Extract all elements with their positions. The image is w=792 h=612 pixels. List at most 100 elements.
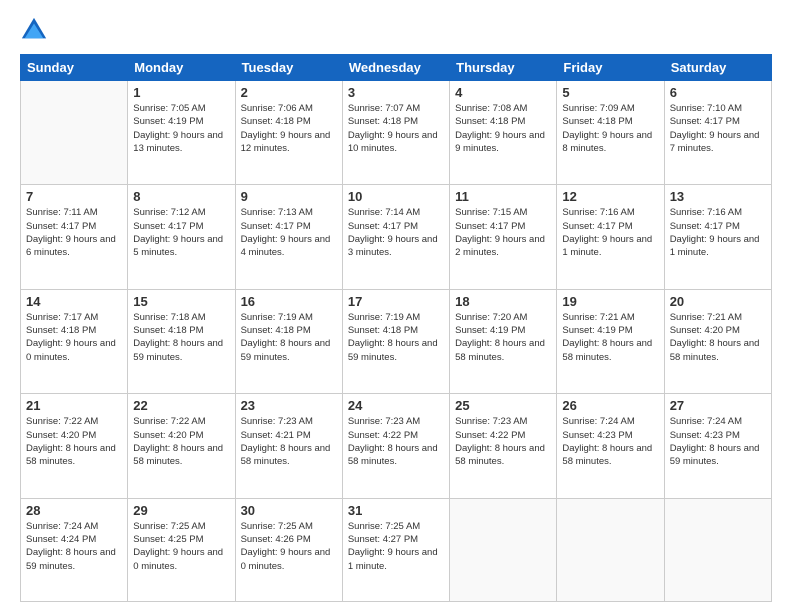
day-number: 2: [241, 85, 337, 100]
calendar-cell: 10 Sunrise: 7:14 AM Sunset: 4:17 PM Dayli…: [342, 185, 449, 289]
calendar-cell: 1Sunrise: 7:05 AM Sunset: 4:19 PM Daylig…: [128, 81, 235, 185]
calendar-body: 1Sunrise: 7:05 AM Sunset: 4:19 PM Daylig…: [21, 81, 772, 602]
day-info: Sunrise: 7:14 AM Sunset: 4:17 PM Dayligh…: [348, 206, 444, 259]
day-number: 22: [133, 398, 229, 413]
calendar-cell: 23 Sunrise: 7:23 AM Sunset: 4:21 PM Dayli…: [235, 394, 342, 498]
day-number: 15: [133, 294, 229, 309]
calendar-cell: 16 Sunrise: 7:19 AM Sunset: 4:18 PM Dayli…: [235, 289, 342, 393]
day-info: Sunrise: 7:10 AM Sunset: 4:17 PM Dayligh…: [670, 102, 766, 155]
day-number: 24: [348, 398, 444, 413]
day-number: 12: [562, 189, 658, 204]
day-number: 3: [348, 85, 444, 100]
calendar-cell: 13Sunrise: 7:16 AM Sunset: 4:17 PM Dayli…: [664, 185, 771, 289]
calendar-cell: 4 Sunrise: 7:08 AM Sunset: 4:18 PM Daylig…: [450, 81, 557, 185]
day-info: Sunrise: 7:07 AM Sunset: 4:18 PM Dayligh…: [348, 102, 444, 155]
day-info: Sunrise: 7:18 AM Sunset: 4:18 PM Dayligh…: [133, 311, 229, 364]
calendar-cell: 15 Sunrise: 7:18 AM Sunset: 4:18 PM Dayli…: [128, 289, 235, 393]
header-day-wednesday: Wednesday: [342, 55, 449, 81]
calendar-cell: 11Sunrise: 7:15 AM Sunset: 4:17 PM Dayli…: [450, 185, 557, 289]
calendar-cell: 21 Sunrise: 7:22 AM Sunset: 4:20 PM Dayli…: [21, 394, 128, 498]
day-info: Sunrise: 7:12 AM Sunset: 4:17 PM Dayligh…: [133, 206, 229, 259]
day-info: Sunrise: 7:23 AM Sunset: 4:22 PM Dayligh…: [348, 415, 444, 468]
calendar-week-1: 7Sunrise: 7:11 AM Sunset: 4:17 PM Daylig…: [21, 185, 772, 289]
day-number: 8: [133, 189, 229, 204]
calendar-cell: 6Sunrise: 7:10 AM Sunset: 4:17 PM Daylig…: [664, 81, 771, 185]
day-info: Sunrise: 7:08 AM Sunset: 4:18 PM Dayligh…: [455, 102, 551, 155]
day-info: Sunrise: 7:24 AM Sunset: 4:23 PM Dayligh…: [562, 415, 658, 468]
day-info: Sunrise: 7:22 AM Sunset: 4:20 PM Dayligh…: [133, 415, 229, 468]
day-info: Sunrise: 7:13 AM Sunset: 4:17 PM Dayligh…: [241, 206, 337, 259]
calendar-cell: 5 Sunrise: 7:09 AM Sunset: 4:18 PM Daylig…: [557, 81, 664, 185]
header-day-friday: Friday: [557, 55, 664, 81]
day-info: Sunrise: 7:22 AM Sunset: 4:20 PM Dayligh…: [26, 415, 122, 468]
calendar-header: SundayMondayTuesdayWednesdayThursdayFrid…: [21, 55, 772, 81]
header: [20, 16, 772, 44]
calendar-cell: 3 Sunrise: 7:07 AM Sunset: 4:18 PM Daylig…: [342, 81, 449, 185]
calendar-cell: 25 Sunrise: 7:23 AM Sunset: 4:22 PM Dayli…: [450, 394, 557, 498]
day-number: 5: [562, 85, 658, 100]
calendar-table: SundayMondayTuesdayWednesdayThursdayFrid…: [20, 54, 772, 602]
day-number: 18: [455, 294, 551, 309]
day-number: 21: [26, 398, 122, 413]
calendar-cell: 2 Sunrise: 7:06 AM Sunset: 4:18 PM Daylig…: [235, 81, 342, 185]
calendar-cell: [557, 498, 664, 601]
logo: [20, 16, 52, 44]
day-number: 28: [26, 503, 122, 518]
day-info: Sunrise: 7:24 AM Sunset: 4:23 PM Dayligh…: [670, 415, 766, 468]
day-number: 4: [455, 85, 551, 100]
header-day-sunday: Sunday: [21, 55, 128, 81]
day-info: Sunrise: 7:11 AM Sunset: 4:17 PM Dayligh…: [26, 206, 122, 259]
day-info: Sunrise: 7:23 AM Sunset: 4:21 PM Dayligh…: [241, 415, 337, 468]
day-info: Sunrise: 7:25 AM Sunset: 4:25 PM Dayligh…: [133, 520, 229, 573]
day-number: 16: [241, 294, 337, 309]
day-info: Sunrise: 7:25 AM Sunset: 4:27 PM Dayligh…: [348, 520, 444, 573]
day-number: 25: [455, 398, 551, 413]
day-number: 17: [348, 294, 444, 309]
day-number: 1: [133, 85, 229, 100]
day-info: Sunrise: 7:17 AM Sunset: 4:18 PM Dayligh…: [26, 311, 122, 364]
day-number: 27: [670, 398, 766, 413]
calendar-cell: [664, 498, 771, 601]
calendar-week-4: 28 Sunrise: 7:24 AM Sunset: 4:24 PM Dayli…: [21, 498, 772, 601]
calendar-cell: 8 Sunrise: 7:12 AM Sunset: 4:17 PM Daylig…: [128, 185, 235, 289]
header-day-saturday: Saturday: [664, 55, 771, 81]
day-info: Sunrise: 7:16 AM Sunset: 4:17 PM Dayligh…: [562, 206, 658, 259]
calendar-cell: 12 Sunrise: 7:16 AM Sunset: 4:17 PM Dayli…: [557, 185, 664, 289]
day-info: Sunrise: 7:21 AM Sunset: 4:20 PM Dayligh…: [670, 311, 766, 364]
day-info: Sunrise: 7:25 AM Sunset: 4:26 PM Dayligh…: [241, 520, 337, 573]
day-number: 13: [670, 189, 766, 204]
day-number: 31: [348, 503, 444, 518]
day-info: Sunrise: 7:09 AM Sunset: 4:18 PM Dayligh…: [562, 102, 658, 155]
day-info: Sunrise: 7:15 AM Sunset: 4:17 PM Dayligh…: [455, 206, 551, 259]
calendar-cell: 9 Sunrise: 7:13 AM Sunset: 4:17 PM Daylig…: [235, 185, 342, 289]
calendar-cell: [450, 498, 557, 601]
calendar-cell: 29 Sunrise: 7:25 AM Sunset: 4:25 PM Dayli…: [128, 498, 235, 601]
day-number: 29: [133, 503, 229, 518]
day-number: 9: [241, 189, 337, 204]
day-info: Sunrise: 7:23 AM Sunset: 4:22 PM Dayligh…: [455, 415, 551, 468]
calendar-cell: 27 Sunrise: 7:24 AM Sunset: 4:23 PM Dayli…: [664, 394, 771, 498]
calendar-cell: [21, 81, 128, 185]
day-info: Sunrise: 7:19 AM Sunset: 4:18 PM Dayligh…: [241, 311, 337, 364]
day-number: 26: [562, 398, 658, 413]
header-row: SundayMondayTuesdayWednesdayThursdayFrid…: [21, 55, 772, 81]
day-info: Sunrise: 7:20 AM Sunset: 4:19 PM Dayligh…: [455, 311, 551, 364]
calendar-week-2: 14Sunrise: 7:17 AM Sunset: 4:18 PM Dayli…: [21, 289, 772, 393]
calendar-page: SundayMondayTuesdayWednesdayThursdayFrid…: [0, 0, 792, 612]
calendar-cell: 18 Sunrise: 7:20 AM Sunset: 4:19 PM Dayli…: [450, 289, 557, 393]
calendar-cell: 28 Sunrise: 7:24 AM Sunset: 4:24 PM Dayli…: [21, 498, 128, 601]
day-number: 19: [562, 294, 658, 309]
calendar-cell: 20 Sunrise: 7:21 AM Sunset: 4:20 PM Dayli…: [664, 289, 771, 393]
calendar-week-0: 1Sunrise: 7:05 AM Sunset: 4:19 PM Daylig…: [21, 81, 772, 185]
header-day-thursday: Thursday: [450, 55, 557, 81]
day-number: 10: [348, 189, 444, 204]
day-info: Sunrise: 7:06 AM Sunset: 4:18 PM Dayligh…: [241, 102, 337, 155]
calendar-cell: 7Sunrise: 7:11 AM Sunset: 4:17 PM Daylig…: [21, 185, 128, 289]
day-info: Sunrise: 7:21 AM Sunset: 4:19 PM Dayligh…: [562, 311, 658, 364]
day-info: Sunrise: 7:24 AM Sunset: 4:24 PM Dayligh…: [26, 520, 122, 573]
day-number: 20: [670, 294, 766, 309]
calendar-cell: 17Sunrise: 7:19 AM Sunset: 4:18 PM Dayli…: [342, 289, 449, 393]
calendar-cell: 19 Sunrise: 7:21 AM Sunset: 4:19 PM Dayli…: [557, 289, 664, 393]
calendar-cell: 31 Sunrise: 7:25 AM Sunset: 4:27 PM Dayli…: [342, 498, 449, 601]
day-number: 23: [241, 398, 337, 413]
